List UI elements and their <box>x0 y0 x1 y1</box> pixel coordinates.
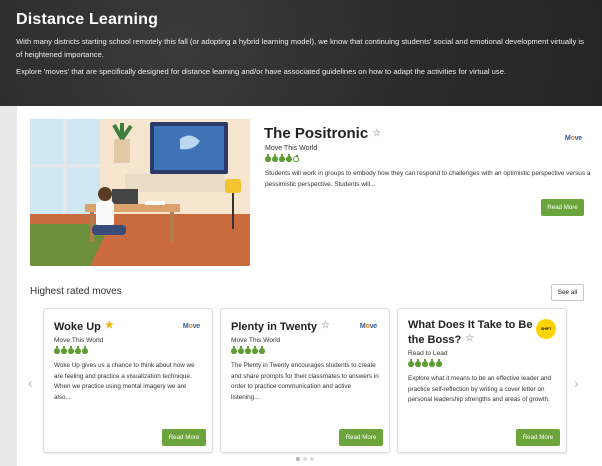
move-card-provider: Move This World <box>231 337 281 344</box>
move-card-title-text[interactable]: Plenty in Twenty <box>231 321 317 333</box>
move-card-provider: Read to Lead <box>408 350 448 357</box>
move-card-title[interactable]: Woke Up ★ <box>54 319 114 334</box>
carousel-pagination <box>296 457 314 461</box>
star-outline-icon[interactable]: ☆ <box>465 333 474 344</box>
banner-paragraph-1: With many districts starting school remo… <box>16 37 584 59</box>
move-card-description: The Plenty in Twenty encourages students… <box>231 362 379 401</box>
move-card-title-text[interactable]: Woke Up <box>54 321 101 333</box>
featured-move-rating <box>265 154 299 162</box>
move-card-provider: Move This World <box>54 337 104 344</box>
move-this-world-logo: Move <box>564 135 582 142</box>
carousel-dot[interactable] <box>296 457 300 461</box>
apple-filled-icon <box>68 346 74 354</box>
move-card-rating <box>408 359 442 367</box>
see-all-button[interactable]: See all <box>551 284 584 301</box>
apple-filled-icon <box>436 359 442 367</box>
apple-filled-icon <box>422 359 428 367</box>
move-card-rating <box>231 346 265 354</box>
move-card-description: Woke Up gives us a chance to think about… <box>54 362 195 401</box>
carousel-dot[interactable] <box>303 457 307 461</box>
apple-filled-icon <box>245 346 251 354</box>
apple-filled-icon <box>252 346 258 354</box>
apple-filled-icon <box>61 346 67 354</box>
apple-filled-icon <box>259 346 265 354</box>
carousel-dot[interactable] <box>310 457 314 461</box>
read-more-button[interactable]: Read More <box>516 429 560 446</box>
star-outline-icon[interactable]: ☆ <box>321 320 330 331</box>
apple-filled-icon <box>286 154 292 162</box>
banner-paragraph-2: Explore 'moves' that are specifically de… <box>16 67 507 76</box>
featured-move-provider: Move This World <box>265 145 318 152</box>
featured-move-image[interactable] <box>30 119 250 266</box>
move-this-world-logo: Move <box>359 323 377 330</box>
move-card-title[interactable]: What Does It Take to Be the Boss? ☆ <box>408 319 538 347</box>
star-filled-icon[interactable]: ★ <box>105 320 114 331</box>
featured-move-title-text[interactable]: The Positronic <box>264 125 368 142</box>
apple-filled-icon <box>272 154 278 162</box>
carousel-prev-icon[interactable]: ‹ <box>28 375 33 391</box>
move-card-rating <box>54 346 88 354</box>
apple-filled-icon <box>54 346 60 354</box>
apple-filled-icon <box>265 154 271 162</box>
apple-filled-icon <box>231 346 237 354</box>
move-card-title[interactable]: Plenty in Twenty ☆ <box>231 319 330 334</box>
read-more-button[interactable]: Read More <box>162 429 206 446</box>
apple-outline-icon <box>293 155 299 162</box>
apple-filled-icon <box>238 346 244 354</box>
read-to-lead-logo: SHIFT <box>536 319 556 339</box>
apple-filled-icon <box>408 359 414 367</box>
featured-move-description: Students will work in groups to embody h… <box>265 170 591 188</box>
read-more-button[interactable]: Read More <box>339 429 383 446</box>
featured-read-more-button[interactable]: Read More <box>541 199 584 216</box>
move-card[interactable]: Woke Up ★ Move Move This World Woke Up gi… <box>43 308 213 453</box>
move-card-description: Explore what it means to be an effective… <box>408 375 552 403</box>
content-panel: The Positronic ☆ Move This World Students… <box>17 106 602 466</box>
featured-move-title[interactable]: The Positronic ☆ <box>264 125 381 142</box>
move-this-world-logo: Move <box>182 323 200 330</box>
carousel-next-icon[interactable]: › <box>574 375 579 391</box>
apple-filled-icon <box>429 359 435 367</box>
move-card[interactable]: What Does It Take to Be the Boss? ☆ SHIFT… <box>397 308 567 453</box>
apple-filled-icon <box>279 154 285 162</box>
apple-filled-icon <box>82 346 88 354</box>
distance-learning-banner: Distance Learning With many districts st… <box>0 0 602 106</box>
highest-rated-heading: Highest rated moves <box>30 286 122 297</box>
move-card[interactable]: Plenty in Twenty ☆ Move Move This World T… <box>220 308 390 453</box>
apple-filled-icon <box>75 346 81 354</box>
star-outline-icon[interactable]: ☆ <box>372 128 381 139</box>
banner-title: Distance Learning <box>16 11 159 28</box>
apple-filled-icon <box>415 359 421 367</box>
